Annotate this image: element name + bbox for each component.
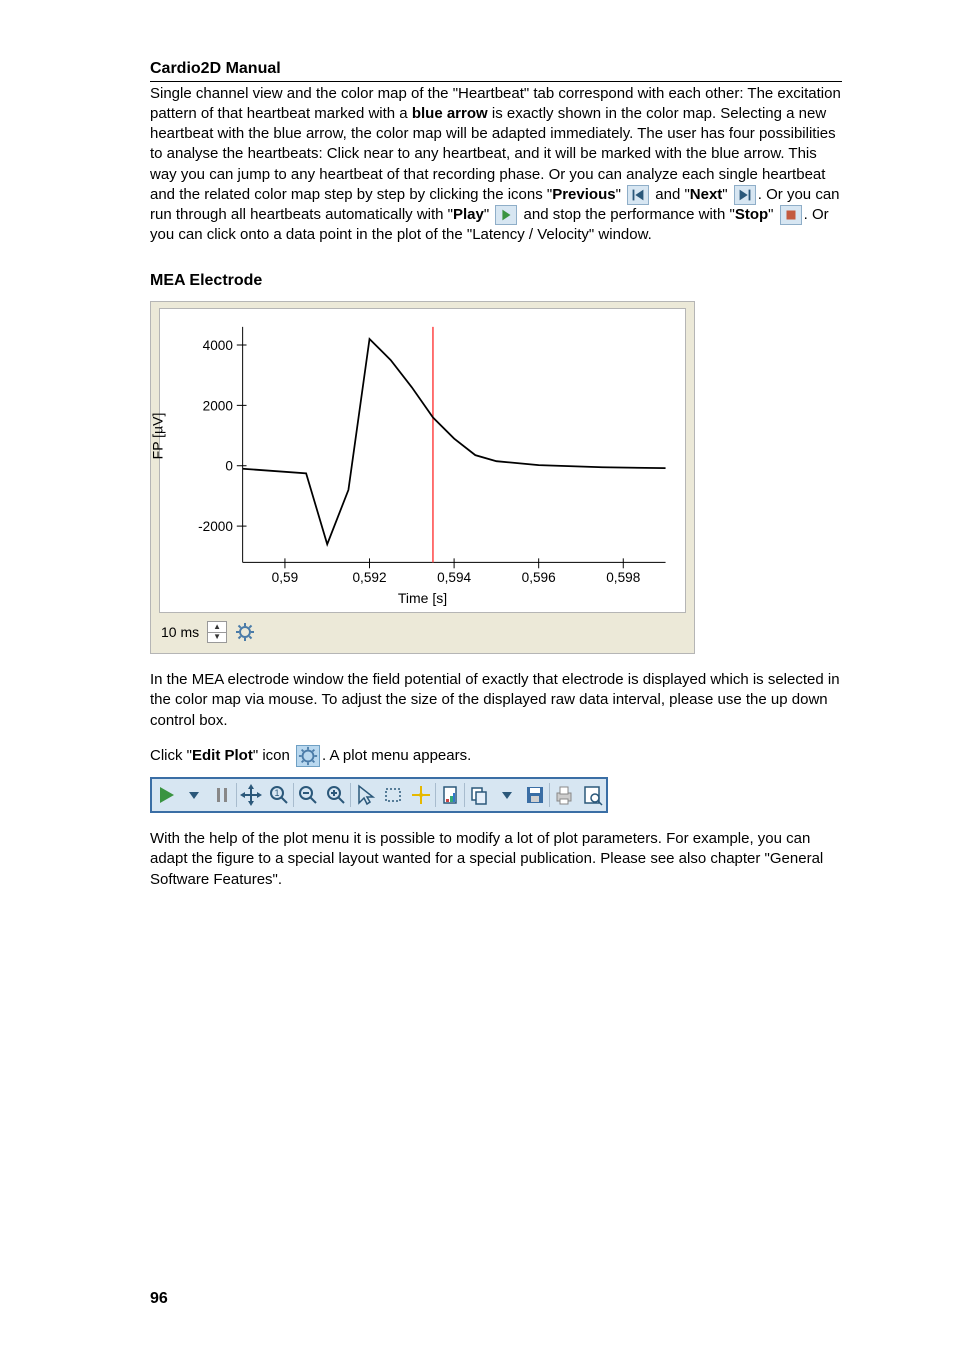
text: and stop the performance with "	[519, 206, 734, 223]
text: "	[616, 186, 626, 203]
next-icon[interactable]	[734, 185, 756, 205]
svg-text:0,598: 0,598	[606, 570, 640, 585]
text: "	[722, 186, 732, 203]
zoom-in-icon[interactable]	[322, 781, 350, 809]
mea-chart: -20000200040000,590,5920,5940,5960,598 F…	[159, 308, 686, 613]
clipboard-icon[interactable]	[436, 781, 464, 809]
play-icon[interactable]	[152, 781, 180, 809]
svg-text:0,594: 0,594	[437, 570, 471, 585]
svg-text:1: 1	[274, 788, 279, 798]
text: "	[484, 206, 494, 223]
bold-editplot: Edit Plot	[192, 747, 253, 764]
paragraph-2: In the MEA electrode window the field po…	[150, 670, 842, 731]
pan-icon[interactable]	[237, 781, 265, 809]
select-rect-icon[interactable]	[379, 781, 407, 809]
svg-text:2000: 2000	[203, 398, 234, 413]
annotate-icon[interactable]	[407, 781, 435, 809]
print-icon[interactable]	[550, 781, 578, 809]
paragraph-1: Single channel view and the color map of…	[150, 84, 842, 246]
dropdown-icon[interactable]	[180, 781, 208, 809]
plot-menu-toolbar: 1	[150, 777, 608, 813]
down-icon[interactable]: ▼	[208, 633, 226, 643]
svg-text:-2000: -2000	[198, 519, 233, 534]
zoom-reset-icon[interactable]: 1	[265, 781, 293, 809]
bold-previous: Previous	[552, 186, 615, 203]
up-icon[interactable]: ▲	[208, 622, 226, 633]
previous-icon[interactable]	[627, 185, 649, 205]
bold-blue-arrow: blue arrow	[412, 105, 488, 122]
page-number: 96	[150, 1288, 168, 1310]
preview-icon[interactable]	[578, 781, 606, 809]
chart-statusbar: 10 ms ▲ ▼	[157, 619, 688, 647]
svg-text:0,592: 0,592	[352, 570, 386, 585]
text: . A plot menu appears.	[322, 747, 471, 764]
svg-text:0: 0	[225, 459, 233, 474]
bold-next: Next	[690, 186, 723, 203]
dropdown2-icon[interactable]	[493, 781, 521, 809]
bold-stop: Stop	[735, 206, 768, 223]
x-axis-label: Time [s]	[160, 589, 685, 608]
paragraph-3: Click "Edit Plot" icon . A plot menu app…	[150, 745, 842, 767]
mea-chart-panel: -2000 0 2000 4000 0,59 0,592 0,594 0,596 0,598 F…	[150, 301, 695, 654]
interval-text: 10 ms	[161, 623, 199, 642]
zoom-out-icon[interactable]	[294, 781, 322, 809]
svg-text:0,59: 0,59	[272, 570, 298, 585]
text: "	[768, 206, 778, 223]
text: " icon	[253, 747, 294, 764]
page-header: Cardio2D Manual	[150, 58, 842, 82]
save-icon[interactable]	[521, 781, 549, 809]
y-axis-label: FP [µV]	[149, 412, 168, 509]
bold-play: Play	[453, 206, 484, 223]
stop-icon[interactable]	[780, 205, 802, 225]
paragraph-4: With the help of the plot menu it is pos…	[150, 829, 842, 890]
text: and "	[651, 186, 690, 203]
section-title-mea: MEA Electrode	[150, 270, 842, 292]
copy-icon[interactable]	[465, 781, 493, 809]
gear-icon[interactable]	[235, 622, 255, 642]
interval-updown[interactable]: ▲ ▼	[207, 621, 227, 643]
text: Click "	[150, 747, 192, 764]
pointer-icon[interactable]	[351, 781, 379, 809]
svg-text:0,596: 0,596	[522, 570, 556, 585]
play-icon[interactable]	[495, 205, 517, 225]
pause-icon[interactable]	[208, 781, 236, 809]
svg-text:4000: 4000	[203, 338, 234, 353]
edit-plot-icon[interactable]	[296, 745, 320, 767]
